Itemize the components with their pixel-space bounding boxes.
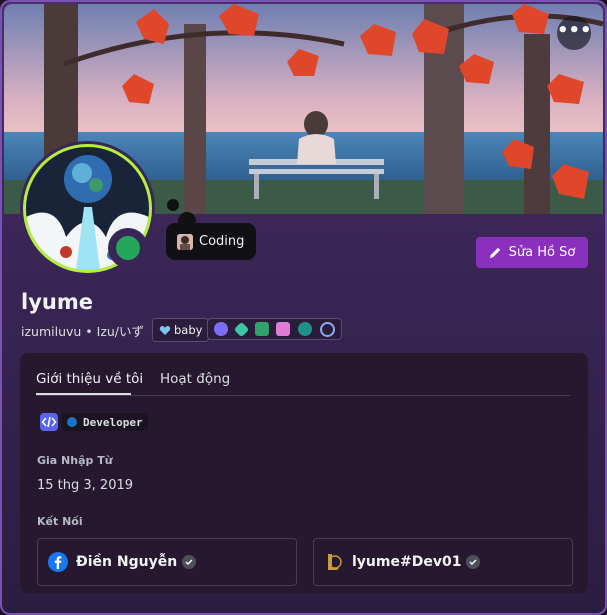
connection-name: lyume#Dev01 <box>352 554 462 570</box>
profile-details-panel: Giới thiệu về tôi Hoạt động Developer Gi… <box>20 353 588 593</box>
connection-league-of-legends[interactable]: lyume#Dev01 <box>313 538 573 586</box>
developer-chip-label: Developer <box>83 415 143 429</box>
code-icon <box>40 413 58 431</box>
display-name: lyume <box>21 290 93 314</box>
custom-status-bubble[interactable]: Coding <box>166 223 257 260</box>
edit-profile-button[interactable]: Sửa Hồ Sơ <box>476 237 588 268</box>
about-me-content: Developer <box>40 413 148 431</box>
hypesquad-badge-icon[interactable] <box>276 322 291 336</box>
blue-circle-icon <box>67 417 77 427</box>
online-status-icon <box>116 236 140 260</box>
verified-check-icon <box>466 555 481 569</box>
league-of-legends-icon <box>328 554 342 570</box>
hashtag-badge-icon[interactable] <box>298 322 313 336</box>
member-since-label: Gia Nhập Từ <box>37 454 113 467</box>
username-line: izumiluvu • Izu/いず <box>21 324 145 339</box>
heart-icon <box>159 325 171 335</box>
pencil-icon <box>489 247 500 258</box>
edit-profile-label: Sửa Hồ Sơ <box>508 245 576 260</box>
tab-bar: Giới thiệu về tôi Hoạt động <box>36 365 570 396</box>
verified-check-icon <box>182 555 197 569</box>
server-tag-label: baby <box>174 323 203 337</box>
active-tab-indicator <box>36 393 131 395</box>
member-since-value: 15 thg 3, 2019 <box>37 478 134 493</box>
diamond-badge-icon[interactable] <box>233 321 250 337</box>
facebook-icon <box>48 552 68 572</box>
tab-activity[interactable]: Hoạt động <box>160 371 230 387</box>
badge-list <box>207 318 342 340</box>
server-tag[interactable]: baby <box>152 318 210 342</box>
status-indicator <box>108 228 148 268</box>
more-options-button[interactable]: ••• <box>557 16 592 50</box>
connection-name: Điền Nguyễn <box>76 554 178 570</box>
profile-card: ••• Coding Sửa Hồ Sơ lyume izumiluvu • I… <box>0 0 607 615</box>
developer-chip: Developer <box>62 413 148 431</box>
active-developer-badge-icon[interactable] <box>254 322 269 336</box>
status-text: Coding <box>199 234 245 249</box>
boost-badge-icon[interactable] <box>320 321 336 337</box>
connection-facebook[interactable]: Điền Nguyễn <box>37 538 297 586</box>
connections-label: Kết Nối <box>37 515 83 528</box>
tab-about-me[interactable]: Giới thiệu về tôi <box>36 371 143 387</box>
nitro-badge-icon[interactable] <box>213 322 228 336</box>
status-emoji-icon <box>177 233 193 250</box>
thought-bubble-dot <box>167 199 179 211</box>
